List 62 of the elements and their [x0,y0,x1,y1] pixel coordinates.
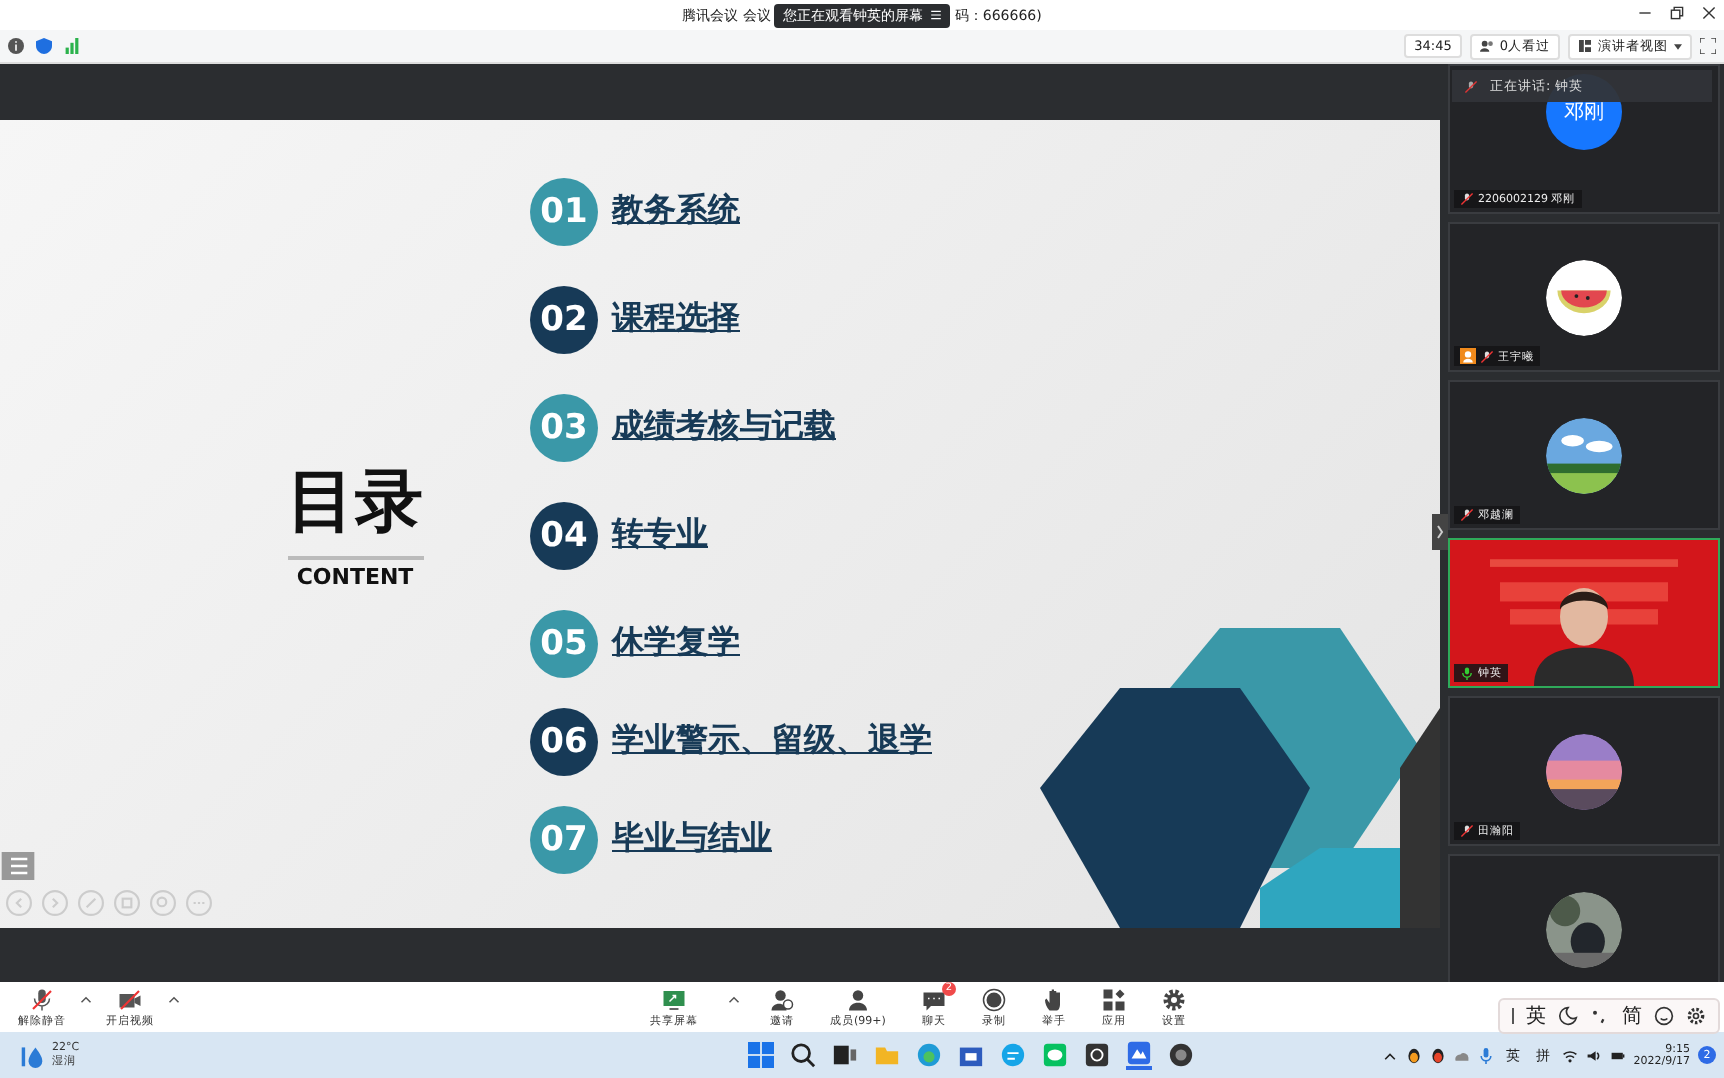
moon-icon[interactable] [1558,1006,1578,1026]
restore-icon[interactable] [1670,6,1684,20]
emoji-icon[interactable] [1654,1006,1674,1026]
cloud-icon[interactable] [1453,1047,1470,1063]
caret-icon [1674,43,1682,49]
number-badge: 06 [530,707,598,775]
agenda-link[interactable]: 教务系统 [612,190,740,232]
shield-icon[interactable] [36,38,52,54]
windows-icon[interactable] [747,1042,774,1068]
camera-off-icon [118,987,142,1011]
muted-mic-icon[interactable] [1464,79,1478,93]
people-icon [1479,40,1494,52]
app-icon[interactable] [1083,1042,1110,1068]
number-badge: 05 [530,609,598,677]
number-badge: 04 [530,501,598,569]
speaker-icon[interactable] [1585,1047,1602,1063]
close-icon[interactable] [1702,6,1716,20]
caret-icon[interactable] [168,995,180,1003]
script-toggle[interactable]: 简 [1622,1002,1642,1030]
chat-bubble-icon [921,987,946,1011]
number-badge: 07 [530,805,598,873]
apps-icon [1101,987,1126,1011]
task-view-icon[interactable] [831,1042,858,1068]
hand-icon [1041,987,1066,1011]
minimize-icon[interactable] [1638,6,1652,20]
person-icon [845,987,870,1011]
number-badge: 03 [530,393,598,461]
store-icon[interactable] [957,1042,984,1068]
caret-icon[interactable] [728,995,740,1003]
info-icon[interactable] [8,38,24,54]
fullscreen-icon[interactable] [1700,38,1716,54]
settings-icon [1161,987,1186,1011]
battery-icon[interactable] [1609,1047,1626,1063]
meeting-app-icon[interactable] [1125,1040,1152,1070]
wifi-icon[interactable] [1561,1047,1578,1063]
agenda-link[interactable]: 课程选择 [612,298,740,340]
caret-icon[interactable] [80,995,92,1003]
agenda-link[interactable]: 成绩考核与记载 [612,406,836,448]
add-person-icon [770,987,794,1011]
camera-app-icon[interactable] [1167,1042,1194,1068]
agenda-link[interactable]: 转专业 [612,514,708,556]
number-badge: 01 [530,177,598,245]
punctuation-icon[interactable] [1590,1006,1610,1026]
chat-app-icon[interactable] [999,1042,1026,1068]
microphone-icon[interactable] [1477,1047,1494,1063]
layout-icon [1578,40,1592,52]
muted-mic-icon [30,987,54,1011]
search-icon[interactable] [789,1042,816,1068]
agenda-link[interactable]: 休学复学 [612,622,740,664]
language-toggle[interactable]: 英 [1526,1002,1546,1030]
signal-icon[interactable] [64,38,80,54]
screen-share-icon [662,987,686,1011]
settings-icon[interactable] [1686,1006,1706,1026]
slide-title: 目录 [287,456,423,560]
agenda-link[interactable]: 毕业与结业 [612,818,772,860]
agenda-link[interactable]: 学业警示、留级、退学 [612,720,932,762]
record-icon [981,987,1006,1011]
number-badge: 02 [530,285,598,353]
collapse-icon[interactable] [1432,514,1448,550]
menu-icon[interactable] [930,10,943,20]
raindrop-icon [20,1043,44,1067]
slide-subtitle: CONTENT [296,564,414,590]
